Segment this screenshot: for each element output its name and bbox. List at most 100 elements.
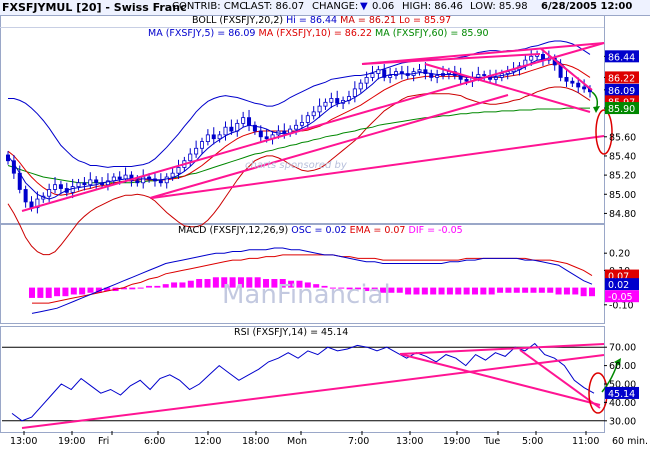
candle-body: [199, 141, 204, 149]
price-tick-label: 85.60: [609, 132, 636, 143]
ma10-label: MA (FXSFJY,10) = 86.22: [258, 28, 373, 39]
price-tick-label: 84.80: [609, 209, 636, 220]
rsi-value-tag-label: 45.14: [608, 389, 635, 400]
macd-histogram-bar: [438, 287, 445, 295]
macd-histogram-bar: [563, 287, 570, 295]
macd-histogram-bar: [513, 287, 520, 293]
candle-body: [317, 105, 322, 113]
candle-body: [29, 201, 34, 209]
candle-body: [323, 101, 328, 107]
candle-body: [135, 180, 140, 184]
price-value-tag-label: 85.90: [608, 104, 635, 115]
macd-histogram-bar: [471, 287, 478, 295]
candle-body: [117, 176, 122, 180]
macd-histogram-bar: [547, 287, 554, 293]
time-axis-label: 18:00: [242, 436, 270, 447]
macd-histogram-bar: [505, 287, 512, 293]
time-axis-label: Tue: [484, 436, 501, 447]
boll-ma: MA = 86.21: [340, 15, 397, 26]
macd-histogram-bar: [29, 287, 35, 298]
candle-body: [82, 182, 87, 186]
macd-histogram-bar: [187, 280, 194, 288]
boll-title: BOLL (FXSFJY,20,2): [192, 15, 284, 26]
macd-histogram-bar: [129, 287, 136, 290]
candle-body: [176, 167, 181, 174]
time-axis-label: 7:00: [348, 436, 370, 447]
macd-histogram-bar: [37, 287, 44, 298]
macd-ema: EMA = 0.07: [349, 225, 406, 236]
time-axis-label: 11:00: [572, 436, 600, 447]
macd-histogram-bar: [405, 287, 412, 295]
price-panel-frame: [0, 15, 605, 224]
rsi-title: RSI (FXSFJY,14) = 45.14: [234, 327, 349, 338]
macd-histogram-bar: [463, 287, 470, 295]
time-axis-label: 6:00: [144, 436, 166, 447]
candle-body: [223, 126, 228, 136]
macd-dif: DIF = -0.05: [408, 225, 463, 236]
macd-value-tag-label: 0.02: [608, 280, 629, 291]
candle-body: [582, 86, 587, 90]
candle-body: [70, 186, 75, 193]
candle-body: [570, 80, 575, 84]
candle-body: [23, 189, 28, 203]
macd-histogram-bar: [421, 287, 428, 295]
macd-tick-label: 0.20: [609, 249, 630, 260]
macd-histogram-bar: [530, 287, 537, 293]
boll-hi: Hi = 86.44: [286, 15, 338, 26]
macd-legend: MACD (FXSFJY,12,26,9) OSC = 0.02 EMA = 0…: [178, 225, 463, 236]
rsi-trend-line: [519, 349, 601, 409]
macd-histogram-bar: [488, 287, 495, 295]
macd-histogram-bar: [589, 287, 595, 297]
candle-body: [335, 98, 340, 104]
macd-histogram-bar: [455, 287, 462, 295]
macd-histogram-bar: [45, 287, 52, 298]
time-axis-label: 19:00: [58, 436, 86, 447]
macd-histogram-bar: [572, 287, 579, 295]
macd-osc: OSC = 0.02: [291, 225, 347, 236]
candle-body: [358, 82, 363, 90]
rsi-trend-line: [21, 354, 605, 429]
candle-body: [164, 176, 169, 184]
macd-histogram-bar: [62, 287, 69, 297]
candle-body: [329, 98, 334, 103]
candle-body: [417, 69, 422, 73]
candle-body: [370, 73, 375, 78]
time-axis-label: 19:00: [443, 436, 471, 447]
price-tick-label: 85.40: [609, 151, 636, 162]
macd-histogram-bar: [480, 287, 487, 295]
boll-lo: Lo = 85.97: [399, 15, 452, 26]
candle-body: [493, 77, 498, 80]
macd-histogram-bar: [79, 287, 86, 295]
boll-legend: BOLL (FXSFJY,20,2) Hi = 86.44 MA = 86.21…: [192, 15, 451, 26]
candle-body: [217, 134, 222, 140]
candle-body: [311, 111, 316, 117]
candle-body: [305, 115, 310, 123]
time-axis-label: Mon: [287, 436, 308, 447]
candle-body: [123, 174, 128, 180]
candle-body: [170, 172, 175, 178]
trend-line: [151, 135, 605, 199]
price-value-tag-label: 86.09: [608, 86, 635, 97]
candle-body: [47, 189, 52, 197]
candle-body: [464, 78, 469, 82]
macd-histogram-bar: [137, 287, 144, 289]
macd-histogram-bar: [212, 277, 219, 288]
candle-body: [282, 130, 287, 134]
price-tick-label: 85.00: [609, 190, 636, 201]
ma-legend: MA (FXSFJY,5) = 86.09 MA (FXSFJY,10) = 8…: [148, 28, 489, 39]
macd-histogram-bar: [538, 287, 545, 293]
candle-body: [264, 136, 269, 140]
candle-body: [576, 82, 581, 88]
macd-histogram-bar: [146, 285, 153, 288]
boll-upper-line: [8, 40, 591, 168]
candle-body: [58, 184, 63, 189]
candle-body: [229, 126, 234, 132]
macd-histogram-bar: [87, 287, 94, 293]
ma5-label: MA (FXSFJY,5) = 86.09: [148, 28, 256, 39]
timeframe-label: 60 min.: [612, 436, 649, 447]
macd-histogram-bar: [430, 287, 437, 295]
rsi-panel-frame: [0, 326, 605, 433]
rsi-trend-line: [399, 353, 601, 406]
candle-body: [564, 77, 569, 82]
sponsor-watermark: charts sponsored by: [245, 160, 347, 171]
